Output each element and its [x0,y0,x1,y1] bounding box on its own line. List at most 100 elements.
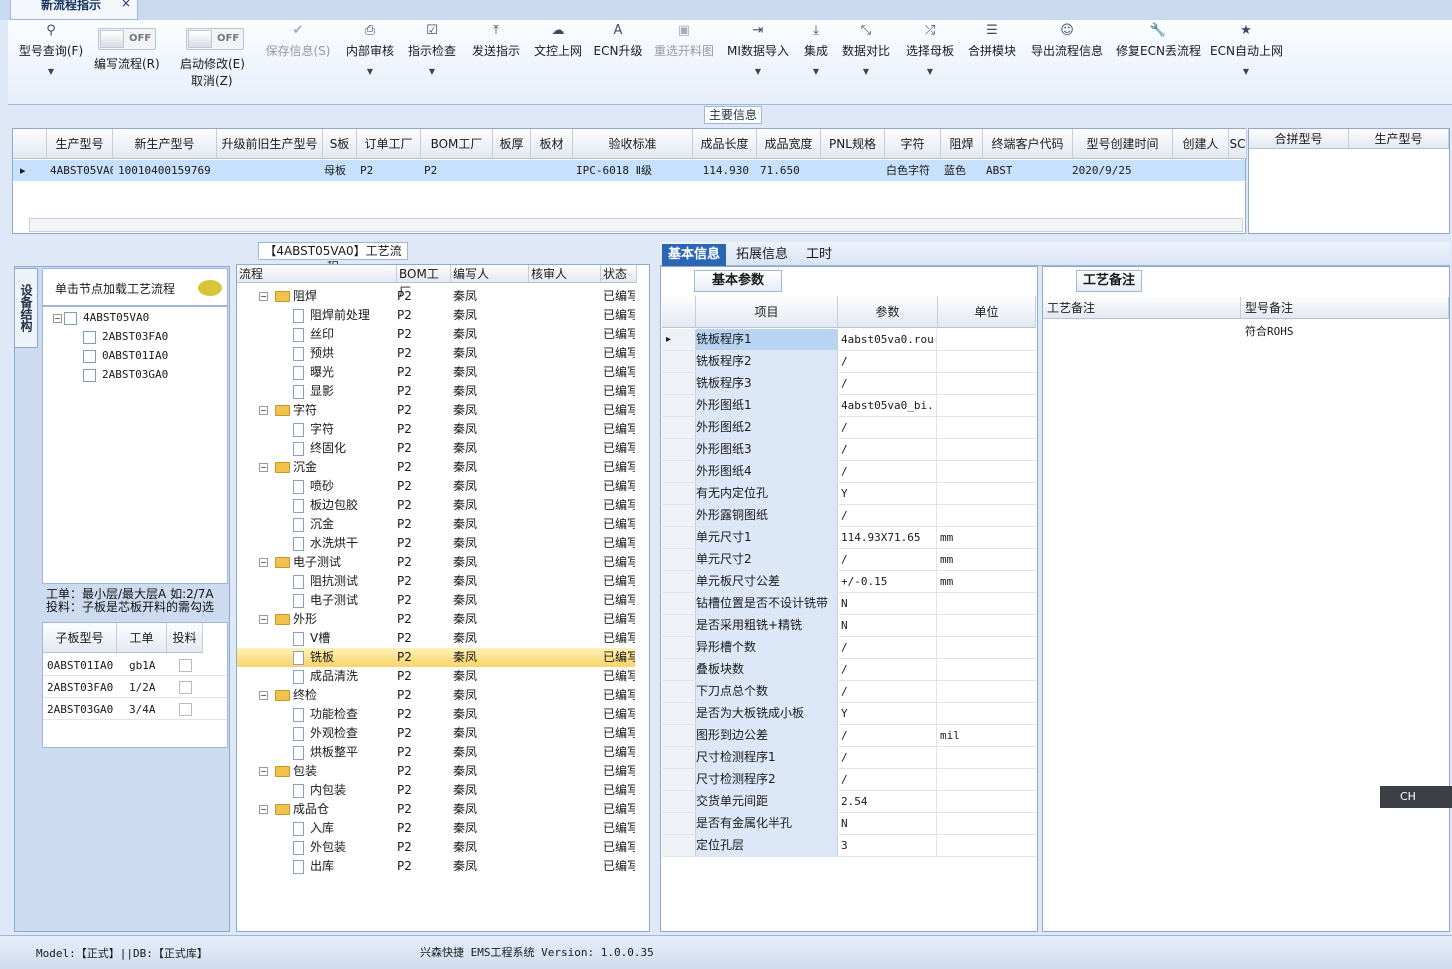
flow-row[interactable]: V槽 P2 秦凤 已编写 [237,629,635,648]
flow-row[interactable]: − 外形 P2 秦凤 已编写 [237,610,635,629]
ecn-auto-upload-button[interactable]: ★ ECN自动上网 ▼ [1210,20,1283,105]
flow-row[interactable]: 阻抗测试 P2 秦凤 已编写 [237,572,635,591]
param-row[interactable]: ▸ 铣板程序1 4abst05va0.rou [662,329,1036,351]
column-header[interactable]: 单位 [938,296,1036,328]
collapse-icon[interactable]: − [259,558,268,567]
collapse-icon[interactable]: − [259,615,268,624]
tree-checkbox[interactable] [83,368,96,382]
column-header[interactable]: 型号创建时间 [1073,129,1173,159]
tree-node[interactable]: 2ABST03FA0 [83,330,168,344]
flow-row[interactable]: 沉金 P2 秦凤 已编写 [237,515,635,534]
param-value[interactable]: / [839,637,937,658]
integrate-button[interactable]: ⤓ 集成 ▼ [800,20,832,105]
row-header[interactable] [662,659,696,680]
flow-row[interactable]: 外观检查 P2 秦凤 已编写 [237,724,635,743]
flow-row[interactable]: − 沉金 P2 秦凤 已编写 [237,458,635,477]
doc-upload-button[interactable]: ☁ 文控上网 [532,20,584,105]
collapse-icon[interactable]: − [259,767,268,776]
tab-work-hours[interactable]: 工时 [800,244,838,266]
row-header[interactable] [662,769,696,790]
param-value[interactable]: / [839,659,937,680]
flow-row[interactable]: 终固化 P2 秦凤 已编写 [237,439,635,458]
param-row[interactable]: 铣板程序2/ [662,351,1036,373]
flow-row[interactable]: 铣板 P2 秦凤 已编写 [237,648,635,667]
row-header[interactable] [662,703,696,724]
param-value[interactable]: / [839,725,937,746]
tab-close-icon[interactable]: × [121,0,131,9]
param-row[interactable]: 是否有金属化半孔 N [662,813,1036,835]
flow-row[interactable]: 内包装 P2 秦凤 已编写 [237,781,635,800]
flow-row[interactable]: 板边包胶 P2 秦凤 已编写 [237,496,635,515]
param-value[interactable]: 114.93X71.65 [839,527,937,548]
column-header[interactable]: 板厚 [493,129,531,159]
column-header[interactable]: S板 [323,129,357,159]
ime-indicator[interactable]: CH [1380,786,1452,808]
collapse-icon[interactable]: − [259,463,268,472]
param-value[interactable]: N [839,593,937,614]
param-row[interactable]: 铣板程序3/ [662,373,1036,395]
column-header[interactable]: 投料 [167,623,203,653]
tab-new-process[interactable]: 新流程指示 × [10,0,138,20]
column-header[interactable]: 验收标准 [573,129,693,159]
column-header[interactable]: 子板型号 [43,623,117,653]
row-header[interactable] [662,615,696,636]
query-button[interactable]: ⚲ 型号查询(F) ▼ [16,20,86,105]
column-header[interactable]: 成品宽度 [757,129,821,159]
table-row[interactable]: 2ABST03FA0 1/2A [43,677,227,698]
column-header[interactable]: 流程 [237,265,397,283]
flow-row[interactable]: 烘板整平 P2 秦凤 已编写 [237,743,635,762]
send-instruction-button[interactable]: ⤒ 发送指示 [468,20,524,105]
flow-row[interactable]: 出库 P2 秦凤 已编写 [237,857,635,876]
flow-row[interactable]: 预烘 P2 秦凤 已编写 [237,344,635,363]
data-compare-button[interactable]: ⤡ 数据对比 ▼ [840,20,892,105]
param-row[interactable]: 钻槽位置是否不设计铣带 N [662,593,1036,615]
flow-row[interactable]: 喷砂 P2 秦凤 已编写 [237,477,635,496]
tab-equipment-structure[interactable]: 设备结构 [14,268,38,348]
tab-extended-info[interactable]: 拓展信息 [730,244,794,266]
tab-process-notes[interactable]: 工艺备注 [1076,270,1142,292]
row-header[interactable] [662,351,696,372]
row-header[interactable] [662,681,696,702]
tree-root[interactable]: −4ABST05VA0 [53,311,149,325]
tree-checkbox[interactable] [83,349,96,363]
row-header[interactable] [662,571,696,592]
flow-row[interactable]: 入库 P2 秦凤 已编写 [237,819,635,838]
param-value[interactable]: / [839,769,937,790]
param-value[interactable]: / [839,747,937,768]
param-value[interactable]: / [839,505,937,526]
column-header[interactable]: 创建人 [1173,129,1229,159]
param-row[interactable]: 交货单元间距 2.54 [662,791,1036,813]
flow-row[interactable]: − 字符 P2 秦凤 已编写 [237,401,635,420]
column-header[interactable]: BOM工厂 [421,129,493,159]
tree-checkbox[interactable] [64,311,77,325]
row-header[interactable] [662,549,696,570]
param-value[interactable]: / [839,351,937,372]
row-header[interactable] [662,813,696,834]
column-header[interactable]: 状态 [601,265,637,283]
column-header[interactable]: 编写人 [451,265,529,283]
export-process-button[interactable]: ☺ 导出流程信息 [1028,20,1106,105]
row-header[interactable] [662,505,696,526]
flow-row[interactable]: − 包装 P2 秦凤 已编写 [237,762,635,781]
param-value[interactable]: / [839,549,937,570]
param-value[interactable]: 4abst05va0.rou [839,329,937,350]
table-row[interactable]: 2ABST03GA0 3/4A [43,699,227,720]
column-header[interactable]: 生产型号 [47,129,113,159]
horizontal-scrollbar[interactable] [29,218,1243,232]
start-edit-toggle[interactable]: OFF [186,28,244,50]
column-header[interactable]: 订单工厂 [357,129,421,159]
column-header[interactable]: 新生产型号 [113,129,217,159]
row-header[interactable] [662,461,696,482]
flow-row[interactable]: 外包装 P2 秦凤 已编写 [237,838,635,857]
column-header[interactable]: 参数 [838,296,938,328]
row-header[interactable] [662,835,696,856]
row-header[interactable]: ▸ [662,329,696,350]
param-row[interactable]: 下刀点总个数 / [662,681,1036,703]
tree-node[interactable]: 2ABST03GA0 [83,368,168,382]
collapse-icon[interactable]: − [259,292,268,301]
param-row[interactable]: 是否采用粗铣+精铣 N [662,615,1036,637]
param-value[interactable]: 4abst05va0_bi... [839,395,937,416]
param-row[interactable]: 外形图纸1 4abst05va0_bi... [662,395,1036,417]
row-header[interactable] [662,791,696,812]
column-header[interactable]: 字符 [885,129,941,159]
